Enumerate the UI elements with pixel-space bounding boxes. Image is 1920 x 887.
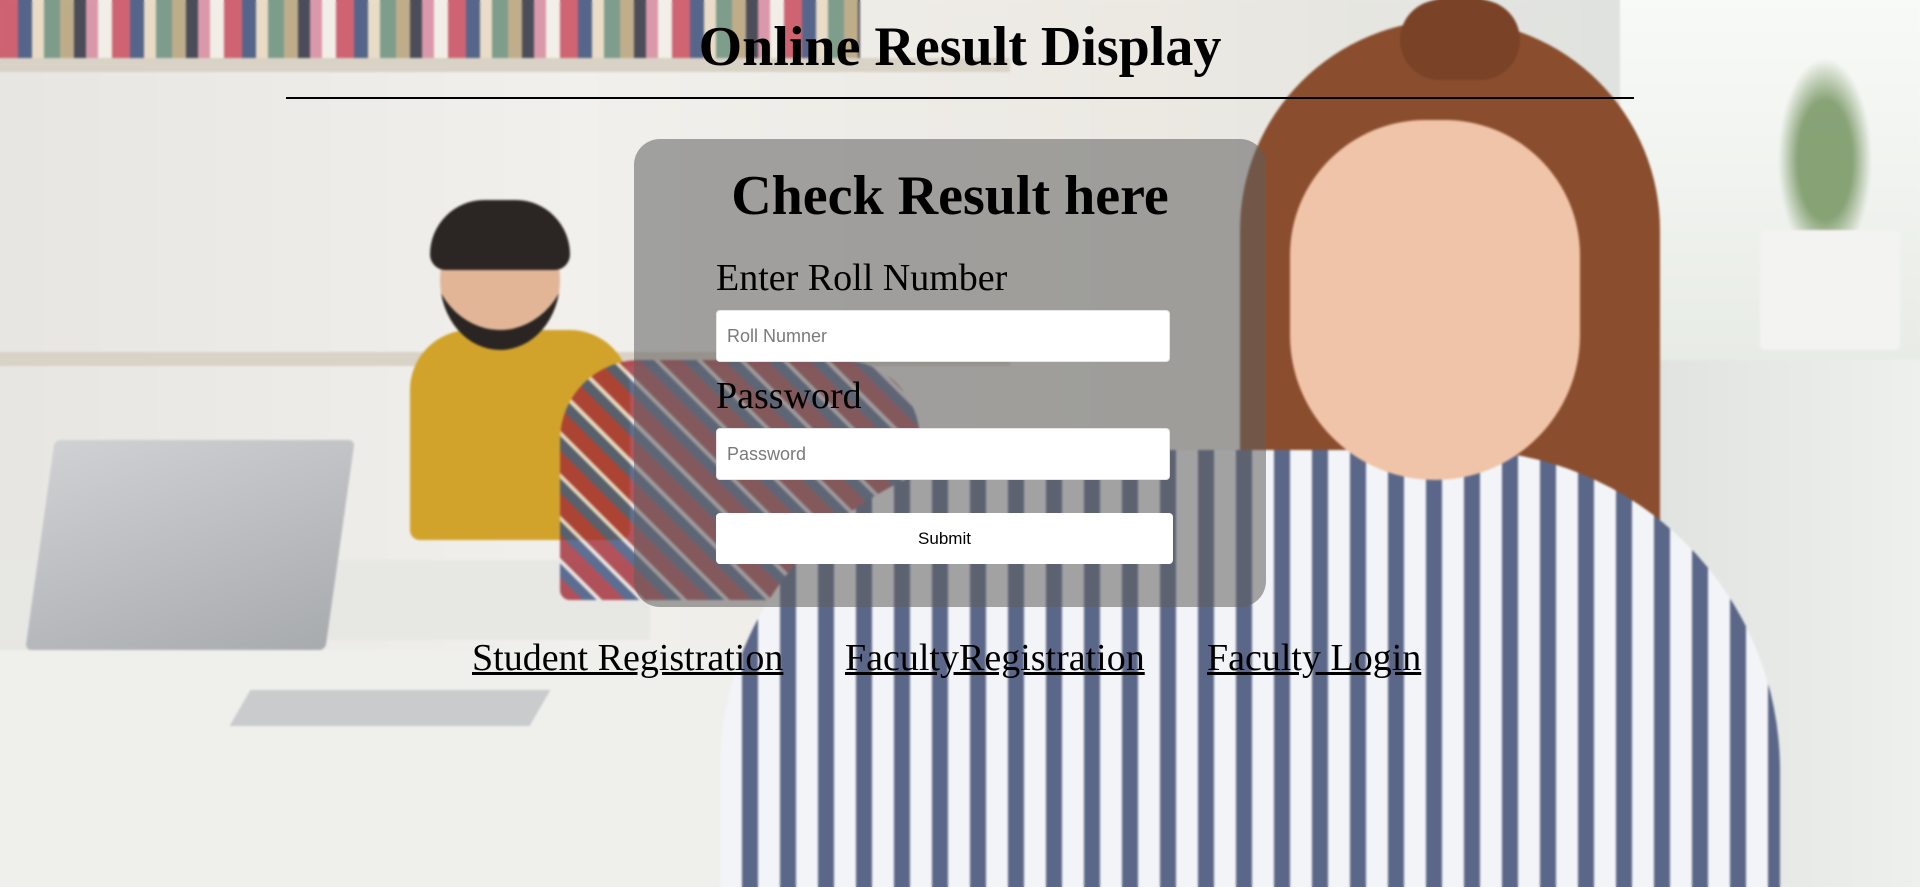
- footer-links: Student Registration FacultyRegistration…: [0, 636, 1920, 686]
- password-input[interactable]: [716, 428, 1170, 480]
- faculty-registration-link[interactable]: FacultyRegistration: [845, 636, 1145, 680]
- password-label: Password: [716, 375, 862, 417]
- student-registration-link[interactable]: Student Registration: [472, 636, 783, 680]
- roll-number-label: Enter Roll Number: [716, 257, 1008, 299]
- page-content: Online Result Display Check Result here …: [0, 0, 1920, 887]
- roll-number-input[interactable]: [716, 310, 1170, 362]
- submit-button[interactable]: Submit: [716, 513, 1173, 564]
- faculty-login-link[interactable]: Faculty Login: [1207, 636, 1421, 680]
- title-divider: [286, 97, 1634, 99]
- form-heading: Check Result here: [731, 165, 1169, 227]
- result-form-card: Check Result here Enter Roll Number Pass…: [634, 139, 1266, 607]
- page-title: Online Result Display: [698, 16, 1222, 78]
